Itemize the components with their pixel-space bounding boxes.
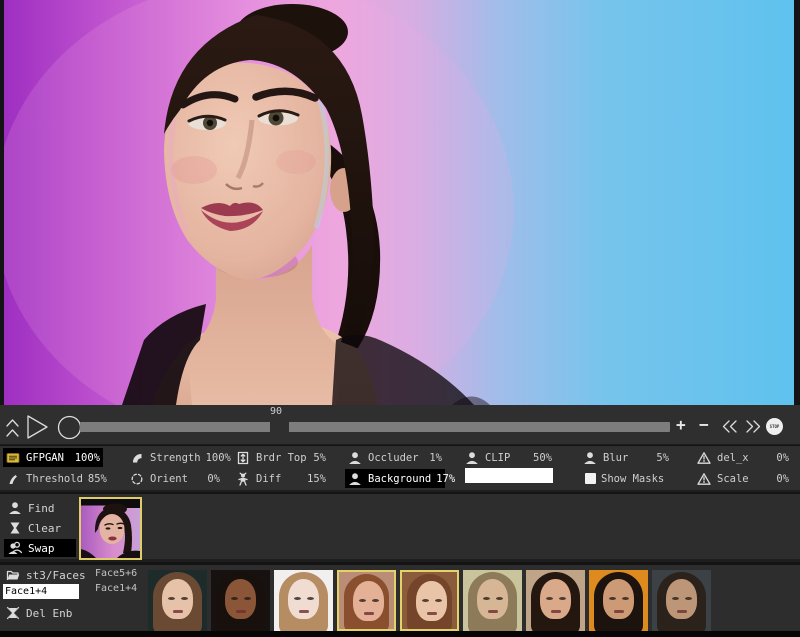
thumb-eyes [546, 597, 553, 600]
thumb-face [666, 579, 697, 619]
thumb-eyes [672, 597, 679, 600]
border-top-icon [236, 451, 251, 465]
face-thumbnail-4[interactable] [337, 570, 396, 631]
detected-face-preview[interactable] [79, 497, 142, 560]
setting-diff[interactable]: Diff 15% [233, 469, 329, 488]
setting-gfpgan[interactable]: GFPGAN 100% [3, 448, 103, 467]
setting-strength[interactable]: Strength 100% [127, 448, 223, 467]
thumb-mouth [677, 610, 687, 613]
occluder-person-icon [348, 451, 363, 465]
faces-library-panel: st3/Faces Del Enb Face5+6 Face1+4 [0, 565, 800, 631]
face-thumbnail-9[interactable] [652, 570, 711, 631]
orient-icon [130, 472, 145, 486]
clip-text-input[interactable] [465, 468, 553, 483]
setting-del-x[interactable]: del_x 0% [694, 448, 792, 467]
setting-border-top[interactable]: Brdr Top 5% [233, 448, 329, 467]
setting-show-masks[interactable]: Show Masks [580, 469, 672, 488]
swap-persons-icon [8, 541, 22, 555]
faces-folder-button[interactable]: st3/Faces [6, 568, 86, 582]
step-back-icon[interactable] [721, 419, 738, 438]
diff-robot-icon [236, 472, 251, 486]
jump-begin-icon[interactable] [5, 416, 20, 444]
face-thumbnail-8[interactable] [589, 570, 648, 631]
zoom-out-button[interactable]: − [699, 417, 709, 433]
player-bar: 90 + − STOP [0, 405, 800, 445]
thumb-mouth [236, 610, 246, 613]
setting-blur[interactable]: Blur 5% [580, 448, 672, 467]
del-enb-button[interactable]: Del Enb [6, 606, 72, 620]
clear-hourglass-icon [8, 521, 22, 535]
thumb-face [225, 579, 256, 619]
thumb-eyes [422, 599, 429, 602]
blur-person-icon [583, 451, 598, 465]
thumb-mouth [299, 610, 309, 613]
warning-triangle-icon [697, 451, 712, 465]
thumb-eyes [359, 599, 366, 602]
setting-clip[interactable]: CLIP 50% [462, 448, 555, 467]
warning-triangle-icon [697, 472, 712, 486]
setting-scale[interactable]: Scale 0% [694, 469, 792, 488]
settings-toolbar: GFPGAN 100% Threshold 85% Strength 100% … [0, 446, 800, 492]
deepface-app-window: 90 + − STOP GFPGAN 100% Threshold 85% St… [0, 0, 800, 637]
setting-background[interactable]: Background 17% [345, 469, 445, 488]
thumb-mouth [427, 612, 437, 615]
face-thumbnail-7[interactable] [526, 570, 585, 631]
strength-icon [130, 451, 145, 465]
thumb-mouth [173, 610, 183, 613]
face-tag-bottom: Face1+4 [95, 583, 137, 594]
thumb-eyes [483, 597, 490, 600]
background-person-icon [348, 472, 363, 486]
thumb-eyes [231, 597, 238, 600]
setting-orient[interactable]: Orient 0% [127, 469, 223, 488]
clip-person-icon [465, 451, 480, 465]
thumb-face [416, 581, 447, 621]
play-icon[interactable] [24, 413, 51, 445]
step-forward-icon[interactable] [745, 419, 762, 438]
bottom-strip [0, 631, 800, 637]
thumb-mouth [551, 610, 561, 613]
threshold-icon [6, 472, 21, 486]
thumb-eyes [168, 597, 175, 600]
find-button[interactable]: Find [4, 499, 76, 517]
face-thumbnail-3[interactable] [274, 570, 333, 631]
face-thumbnail-2[interactable] [211, 570, 270, 631]
thumb-face [603, 579, 634, 619]
show-masks-checkbox[interactable] [585, 473, 596, 484]
thumb-face [288, 579, 319, 619]
clear-button[interactable]: Clear [4, 519, 76, 537]
open-folder-icon [6, 568, 20, 582]
delete-hourglass-icon [6, 606, 20, 620]
video-preview [4, 0, 794, 405]
face-thumbnail-1[interactable] [148, 570, 207, 631]
face-name-input[interactable] [3, 584, 79, 599]
swap-button[interactable]: Swap [4, 539, 76, 557]
thumb-eyes [294, 597, 301, 600]
setting-threshold[interactable]: Threshold 85% [3, 469, 103, 488]
face-tag-top: Face5+6 [95, 568, 137, 579]
thumb-eyes [609, 597, 616, 600]
record-circle-icon[interactable] [56, 414, 83, 445]
face-thumbnail-6[interactable] [463, 570, 522, 631]
timeline-thumb[interactable] [270, 422, 289, 432]
thumb-mouth [488, 610, 498, 613]
setting-occluder[interactable]: Occluder 1% [345, 448, 445, 467]
thumb-mouth [364, 612, 374, 615]
stop-button[interactable]: STOP [766, 418, 783, 435]
thumb-face [477, 579, 508, 619]
thumb-face [540, 579, 571, 619]
thumb-face [353, 581, 384, 621]
find-person-icon [8, 501, 22, 515]
face-swap-panel: Find Clear Swap [0, 494, 800, 562]
thumb-mouth [614, 610, 624, 613]
face-thumbnail-5[interactable] [400, 570, 459, 631]
frame-number: 90 [256, 406, 296, 417]
portrait-woman [4, 0, 794, 405]
thumb-face [162, 579, 193, 619]
timeline-slider[interactable] [80, 422, 670, 432]
gfpgan-icon [6, 451, 21, 465]
zoom-in-button[interactable]: + [676, 417, 686, 433]
